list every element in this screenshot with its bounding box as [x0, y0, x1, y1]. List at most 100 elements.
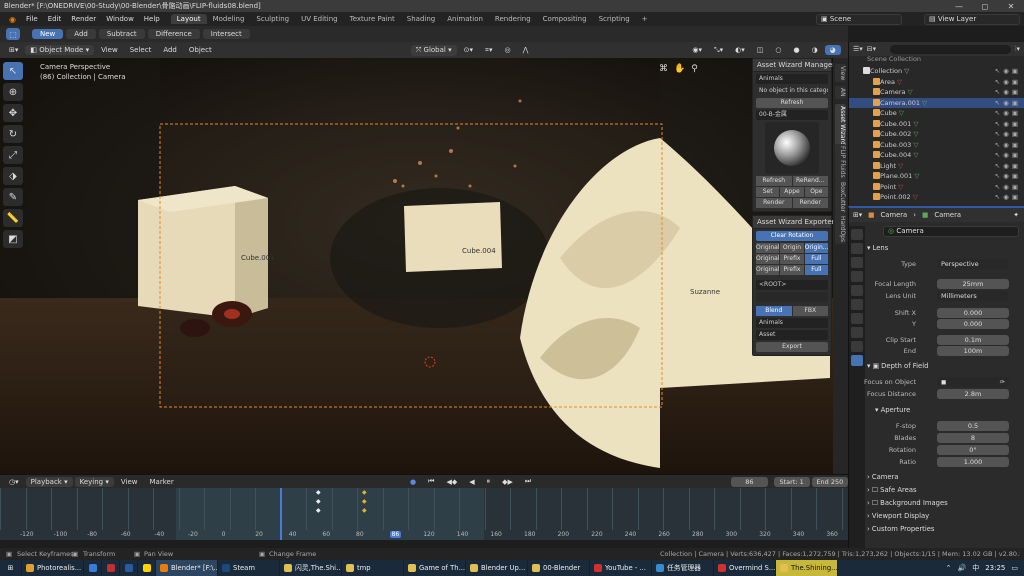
properties-type-icon[interactable]: ⊞▾	[853, 211, 862, 219]
focal-length-field[interactable]: 25mm	[937, 279, 1009, 289]
scene-selector[interactable]: ▣ Scene	[816, 14, 902, 25]
visibility-toggles-icon[interactable]: ↖◉▣	[995, 66, 1021, 76]
mode-difference-button[interactable]: Difference	[147, 29, 200, 39]
shading-wireframe-icon[interactable]: ○	[770, 45, 786, 55]
ratio-field[interactable]: 1.000	[937, 457, 1009, 467]
vtab-asset-wizard[interactable]: Asset Wizard	[835, 104, 846, 147]
vtab-view[interactable]: View	[835, 64, 846, 83]
start-menu-icon[interactable]: ⊞	[0, 560, 22, 576]
export-button[interactable]: Export	[756, 342, 828, 352]
opt-prefix[interactable]: Prefix	[780, 254, 804, 264]
vtab-an[interactable]: AN	[835, 86, 846, 99]
outliner-row-cube-001[interactable]: Cube.001 ▽ ↖◉▣	[849, 119, 1024, 129]
lens-section-header[interactable]: ▾ Lens	[867, 244, 888, 252]
vtab-flip-fluids[interactable]: FLIP Fluids	[835, 144, 846, 180]
menu-select[interactable]: Select	[125, 45, 157, 55]
taskbar-app-1[interactable]	[84, 560, 102, 576]
outliner-row-point[interactable]: Point ▽ ↖◉▣	[849, 182, 1024, 192]
tab-tool-icon[interactable]	[851, 229, 863, 240]
opt-origin[interactable]: Origin	[780, 243, 804, 253]
section-safe-areas[interactable]: › ☐ Safe Areas	[867, 486, 917, 494]
lens-unit-dropdown[interactable]: Millimeters	[937, 291, 1009, 301]
minimize-button[interactable]: —	[946, 2, 972, 11]
tab-physics-icon[interactable]	[851, 327, 863, 338]
taskbar-app-0[interactable]: Photorealis...	[22, 560, 84, 576]
visibility-toggles-icon[interactable]: ↖◉▣	[995, 129, 1021, 139]
volume-icon[interactable]: 🔊	[957, 564, 966, 572]
falloff-icon[interactable]: ⋀	[518, 45, 534, 55]
outliner-row-cube-002[interactable]: Cube.002 ▽ ↖◉▣	[849, 129, 1024, 139]
mesh-data-icon[interactable]: ▽	[897, 109, 904, 117]
visibility-toggles-icon[interactable]: ↖◉▣	[995, 119, 1021, 129]
outliner-row-point-002[interactable]: Point.002 ▽ ↖◉▣	[849, 192, 1024, 202]
select-tool-icon[interactable]: ↖	[3, 62, 23, 80]
visibility-toggles-icon[interactable]: ↖◉▣	[995, 87, 1021, 97]
current-frame-field[interactable]: 86	[731, 476, 768, 487]
mode-new-button[interactable]: New	[32, 29, 64, 39]
record-icon[interactable]: ●	[405, 477, 421, 487]
tab-texture-paint[interactable]: Texture Paint	[344, 14, 401, 24]
maximize-button[interactable]: ◻	[972, 2, 998, 11]
panel-header[interactable]: Asset Wizard Manager	[753, 59, 835, 72]
shift-x-field[interactable]: 0.000	[937, 308, 1009, 318]
visibility-toggles-icon[interactable]: ↖◉▣	[995, 182, 1021, 192]
gizmo-icon[interactable]: ⤡▾	[709, 45, 728, 56]
taskbar-app-3[interactable]	[120, 560, 138, 576]
timeline-view-menu[interactable]: View	[116, 477, 143, 487]
material-category-dropdown[interactable]: 00-B-金属	[756, 110, 828, 120]
dof-section-header[interactable]: ▾ ▣ Depth of Field	[867, 362, 928, 370]
eyedropper-icon[interactable]: ✑	[1000, 377, 1005, 387]
cursor-tool-icon[interactable]: ⊕	[3, 83, 23, 101]
dof-checkbox[interactable]: ▣	[873, 362, 879, 370]
outliner-type-icon[interactable]: ☰▾	[853, 45, 863, 53]
measure-tool-icon[interactable]: 📏	[3, 209, 23, 227]
mesh-data-icon[interactable]: ▽	[911, 141, 918, 149]
zoom-icon[interactable]: ⚲	[691, 64, 698, 74]
rotation-field[interactable]: 0°	[937, 445, 1009, 455]
visibility-icon[interactable]: ◉▾	[687, 45, 707, 55]
taskbar-app-11[interactable]: 00-Blender	[528, 560, 590, 576]
visibility-toggles-icon[interactable]: ↖◉▣	[995, 171, 1021, 181]
menu-window[interactable]: Window	[101, 15, 139, 23]
lens-type-dropdown[interactable]: Perspective	[937, 259, 1009, 269]
taskbar-app-10[interactable]: Blender Up...	[466, 560, 528, 576]
render-all-button[interactable]: Render	[792, 198, 828, 208]
asset-name-field[interactable]: Asset	[756, 330, 828, 340]
play-reverse-icon[interactable]: ◀	[464, 477, 479, 487]
blend-toggle[interactable]: Blend	[756, 306, 792, 316]
light-data-icon[interactable]: ▽	[911, 193, 918, 201]
opt-original-2[interactable]: Original	[756, 254, 780, 264]
tab-constraints-icon[interactable]	[851, 341, 863, 352]
visibility-toggles-icon[interactable]: ↖◉▣	[995, 161, 1021, 171]
visibility-toggles-icon[interactable]: ↖◉▣	[995, 77, 1021, 87]
root-dropdown[interactable]: <ROOT>	[756, 280, 828, 290]
next-key-icon[interactable]: ◆▶	[497, 477, 518, 487]
tab-scripting[interactable]: Scripting	[593, 14, 636, 24]
annotate-tool-icon[interactable]: ✎	[3, 188, 23, 206]
light-data-icon[interactable]: ▽	[895, 78, 902, 86]
blades-field[interactable]: 8	[937, 433, 1009, 443]
jump-end-icon[interactable]: ⏭	[520, 476, 536, 487]
focus-distance-field[interactable]: 2.8m	[937, 389, 1009, 399]
visibility-toggles-icon[interactable]: ↖◉▣	[995, 140, 1021, 150]
ime-language-indicator[interactable]: 中	[972, 563, 979, 573]
taskbar-app-5[interactable]: Blender* [F:\...	[156, 560, 218, 576]
opt-full-2[interactable]: Full	[804, 265, 828, 275]
refresh-preview-button[interactable]: Refresh	[756, 176, 792, 186]
mesh-data-icon[interactable]: ▽	[912, 172, 919, 180]
start-frame-field[interactable]: Start: 1	[773, 476, 810, 487]
object-mode-dropdown[interactable]: ◧ Object Mode ▾	[25, 45, 95, 55]
shift-y-field[interactable]: 0.000	[937, 319, 1009, 329]
open-button[interactable]: Ope	[804, 187, 828, 197]
tab-uv-editing[interactable]: UV Editing	[295, 14, 344, 24]
visibility-toggles-icon[interactable]: ↖◉▣	[995, 192, 1021, 202]
view-layer-selector[interactable]: ▤ View Layer	[924, 14, 1020, 25]
pivot-icon[interactable]: ⊙▾	[459, 45, 478, 55]
overlay-icon[interactable]: ◐▾	[730, 45, 750, 55]
camera-datablock-field[interactable]: ◎ Camera	[883, 226, 1019, 237]
snap-icon[interactable]: ⌗▾	[480, 45, 497, 56]
light-data-icon[interactable]: ▽	[896, 183, 903, 191]
scale-tool-icon[interactable]: ⤢	[3, 146, 23, 164]
timeline-marker-menu[interactable]: Marker	[145, 477, 179, 487]
tray-arrow-icon[interactable]: ⌃	[946, 564, 952, 572]
